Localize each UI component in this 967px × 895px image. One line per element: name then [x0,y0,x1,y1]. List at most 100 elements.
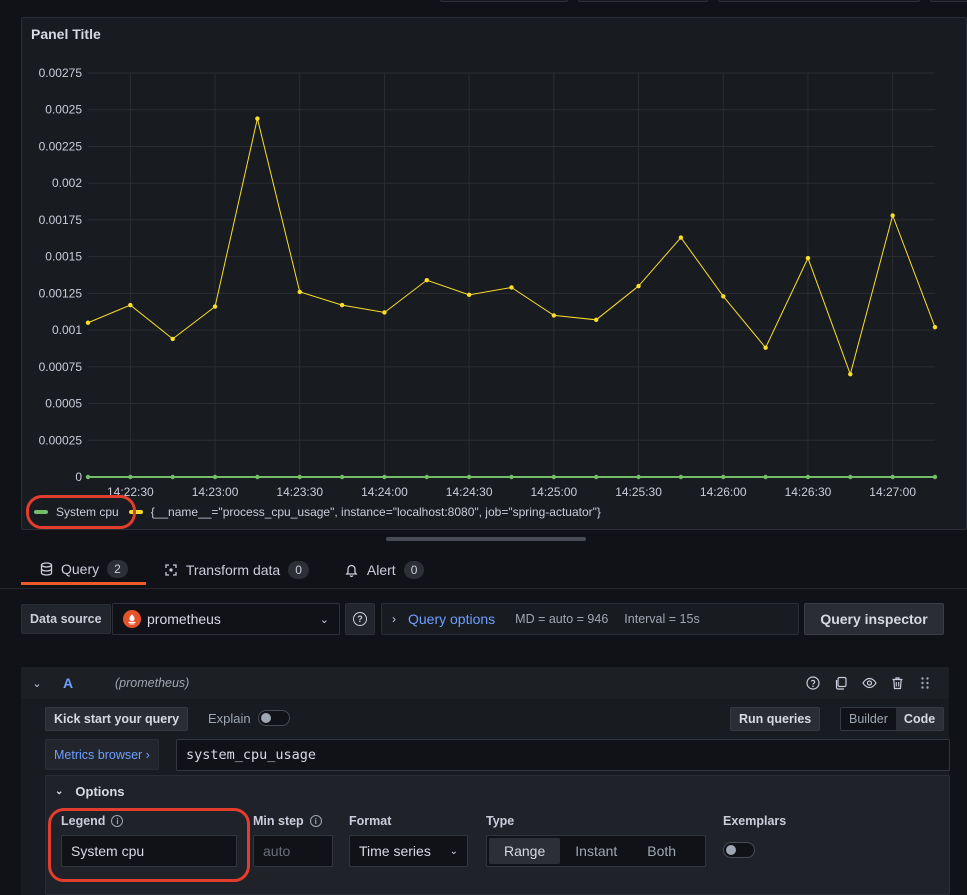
datasource-select[interactable]: prometheus ⌄ [112,603,340,635]
x-tick-label: 14:25:30 [615,485,662,498]
options-header[interactable]: ⌄ Options [55,784,125,799]
data-point [763,474,768,480]
data-point [721,474,726,480]
data-point [339,474,345,480]
type-range-button[interactable]: Range [489,838,561,864]
help-icon[interactable] [799,669,827,697]
tab-count-badge: 2 [107,559,128,578]
metrics-browser-button[interactable]: Metrics browser › [45,739,159,770]
drag-handle-icon[interactable] [911,669,939,697]
exemplars-field-label: Exemplars [723,814,787,828]
panel-resize-handle[interactable] [386,537,586,541]
data-point [255,474,260,480]
duplicate-icon[interactable] [827,669,855,697]
query-options-link[interactable]: Query options [408,611,495,627]
data-point [466,474,472,480]
chart-legend: System cpu {__name__="process_cpu_usage"… [34,505,611,519]
legend-label: System cpu [56,505,119,519]
collapse-query-chevron-icon[interactable]: ⌄ [21,677,53,690]
tab-query[interactable]: Query 2 [21,555,146,585]
data-point [890,474,895,480]
kick-start-query-button[interactable]: Kick start your query [45,707,189,731]
tab-transform-data[interactable]: Transform data 0 [146,555,327,585]
y-tick-label: 0.00225 [39,139,83,153]
data-point [297,289,302,295]
tab-count-badge: 0 [288,561,309,579]
x-tick-label: 14:24:00 [361,485,408,498]
toolbar-stub-button[interactable] [718,0,920,2]
query-inspector-button[interactable]: Query inspector [804,603,944,635]
datasource-selected: prometheus [147,611,221,627]
legend-swatch-yellow [128,510,143,514]
query-datasource-name: (prometheus) [115,676,190,690]
y-tick-label: 0.00075 [39,360,83,374]
run-queries-button[interactable]: Run queries [730,707,821,731]
prometheus-logo-icon [123,610,141,628]
data-point [932,324,938,330]
question-circle-icon: ? [353,612,367,626]
info-icon[interactable]: i [111,815,124,827]
legend-swatch-green [34,510,48,514]
data-point [848,371,853,377]
x-tick-label: 14:25:00 [530,485,577,498]
legend-item-process-cpu[interactable]: {__name__="process_cpu_usage", instance=… [128,505,601,519]
data-point [678,235,684,240]
chevron-down-icon: ⌄ [319,613,329,626]
tab-label: Transform data [185,562,281,578]
y-tick-label: 0.00175 [39,213,83,227]
legend-input[interactable] [61,835,237,867]
query-options-bar[interactable]: › Query options MD = auto = 946 Interval… [381,603,799,635]
type-instant-button[interactable]: Instant [560,838,632,864]
data-point [212,304,218,309]
format-field-label: Format [349,814,392,828]
promql-query-input[interactable] [176,739,950,771]
data-point [551,474,557,480]
data-point [424,277,429,283]
data-point [509,474,514,480]
query-ref-id[interactable]: A [53,675,115,691]
data-point [382,310,387,315]
x-tick-label: 14:24:30 [446,485,493,498]
y-tick-label: 0.00275 [39,66,83,80]
y-tick-label: 0.0025 [45,103,82,117]
toggle-knob [726,845,736,855]
toolbar-stub-button[interactable] [440,0,568,2]
toolbar-stub-button[interactable] [578,0,708,2]
datasource-label: Data source [21,604,111,634]
toggle-knob [261,713,271,723]
transform-icon [164,563,178,577]
info-icon[interactable]: i [309,815,322,827]
toolbar-stub-button[interactable] [930,0,967,2]
panel: Panel Title 0 0.00025 0.0005 0.00075 0.001 0.… [21,17,967,530]
eye-icon[interactable] [855,669,883,697]
y-tick-label: 0.00025 [39,433,83,447]
data-point [170,336,175,342]
code-mode-button[interactable]: Code [895,708,944,730]
data-point [128,302,133,308]
format-select[interactable]: Time series ⌄ [349,835,468,867]
editor-mode-toggle: Builder Code [840,707,945,731]
data-point [636,474,641,480]
min-step-field-label: Min step i [253,814,322,828]
data-point [466,292,472,298]
interval-value: Interval = 15s [624,612,700,626]
type-both-button[interactable]: Both [632,838,691,864]
x-tick-label: 14:27:00 [869,485,916,498]
legend-item-system-cpu[interactable]: System cpu [34,505,119,519]
data-point [255,116,260,121]
chevron-down-icon: ⌄ [55,786,64,797]
data-point [594,474,599,480]
data-point [339,302,345,308]
builder-mode-button[interactable]: Builder [841,708,896,730]
exemplars-toggle[interactable] [723,842,755,858]
y-tick-label: 0.0005 [45,397,82,411]
min-step-input[interactable] [253,835,333,867]
datasource-help-button[interactable]: ? [345,603,375,635]
tab-alert[interactable]: Alert 0 [327,555,442,585]
explain-toggle[interactable] [258,710,290,726]
tab-count-badge: 0 [403,561,425,579]
legend-label: {__name__="process_cpu_usage", instance=… [150,505,601,519]
trash-icon[interactable] [883,669,911,697]
data-point [382,474,387,480]
data-point [932,474,938,480]
